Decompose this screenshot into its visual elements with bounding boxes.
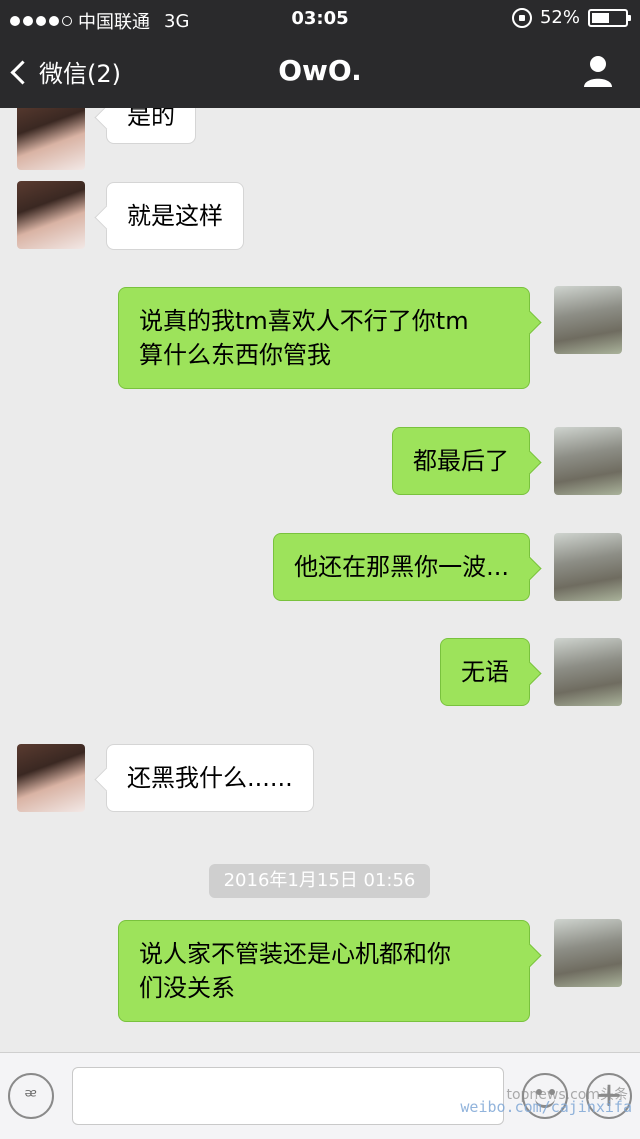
message-bubble-incoming[interactable]: 就是这样 <box>106 182 244 250</box>
message-bubble-outgoing[interactable]: 无语 <box>440 638 530 706</box>
voice-icon: ᵆ <box>24 1084 38 1108</box>
message-text-line: 算什么东西你管我 <box>139 341 331 369</box>
watermark-weibo: weibo.com/cajinxifa <box>460 1098 632 1116</box>
message-text-line: 说真的我tm喜欢人不行了你tm <box>139 307 469 335</box>
battery-percent: 52% <box>539 7 580 28</box>
my-avatar[interactable] <box>554 286 622 354</box>
contact-avatar[interactable] <box>17 744 85 812</box>
status-right: 52% <box>511 7 631 28</box>
message-text-line: 们没关系 <box>139 974 235 1002</box>
my-avatar[interactable] <box>554 919 622 987</box>
message-text: 是的 <box>127 108 175 130</box>
timestamp-divider: 2016年1月15日 01:56 <box>209 864 430 898</box>
rotation-lock-icon <box>511 7 532 28</box>
message-text: 就是这样 <box>127 202 223 230</box>
my-avatar[interactable] <box>554 638 622 706</box>
message-bubble-outgoing[interactable]: 说人家不管装还是心机都和你 们没关系 <box>118 920 530 1022</box>
chat-title: OwO. <box>278 54 362 87</box>
chat-area[interactable]: 是的 就是这样 说真的我tm喜欢人不行了你tm 算什么东西你管我 都最后了 他还… <box>0 108 640 1052</box>
my-avatar[interactable] <box>554 533 622 601</box>
message-text-line: 说人家不管装还是心机都和你 <box>139 940 451 968</box>
message-text: 无语 <box>461 658 509 686</box>
nav-bar: 微信(2) OwO. <box>0 36 640 108</box>
message-text: 他还在那黑你一波... <box>294 553 509 581</box>
message-bubble-outgoing[interactable]: 说真的我tm喜欢人不行了你tm 算什么东西你管我 <box>118 287 530 389</box>
message-bubble-incoming[interactable]: 还黑我什么...... <box>106 744 314 812</box>
contact-avatar[interactable] <box>17 108 85 170</box>
battery-icon <box>588 8 631 27</box>
voice-input-button[interactable]: ᵆ <box>8 1073 54 1119</box>
message-bubble-outgoing[interactable]: 都最后了 <box>392 427 530 495</box>
message-text: 还黑我什么...... <box>127 764 293 792</box>
message-input[interactable] <box>72 1067 504 1125</box>
contact-profile-icon[interactable] <box>582 54 614 88</box>
status-bar: 中国联通 3G 03:05 52% <box>0 0 640 36</box>
message-bubble-outgoing[interactable]: 他还在那黑你一波... <box>273 533 530 601</box>
message-text: 都最后了 <box>413 447 509 475</box>
message-bubble-incoming[interactable]: 是的 <box>106 108 196 144</box>
contact-avatar[interactable] <box>17 181 85 249</box>
my-avatar[interactable] <box>554 427 622 495</box>
